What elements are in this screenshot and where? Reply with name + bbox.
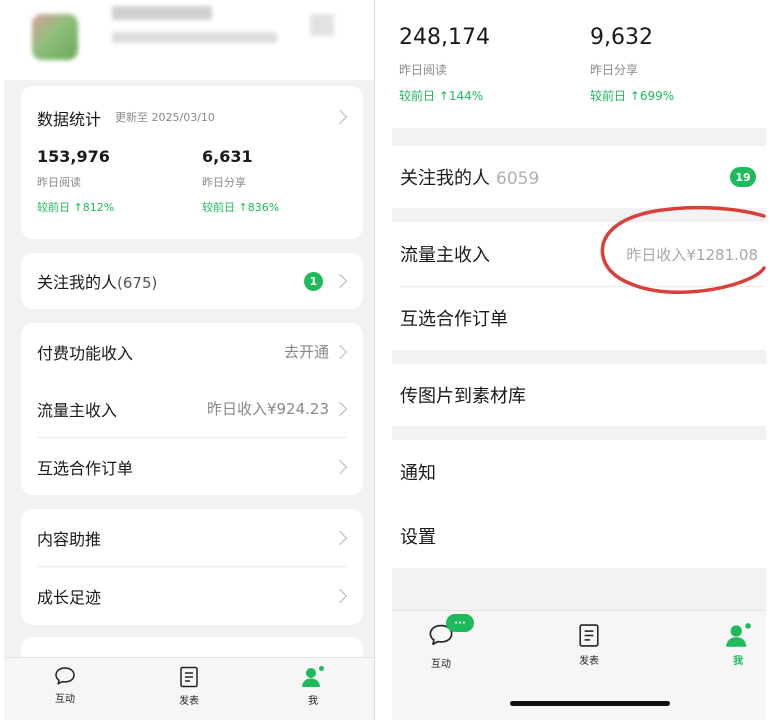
notify-row[interactable]: 通知 xyxy=(392,440,766,504)
content-promo-label: 内容助推 xyxy=(37,529,102,549)
followers-label: 关注我的人 xyxy=(37,273,118,292)
settings-section: 通知 设置 xyxy=(392,440,766,568)
stat-value: 6,631 xyxy=(202,147,253,166)
stat-change: 较前日 ↑144% xyxy=(399,89,484,103)
stat-value: 248,174 xyxy=(399,25,490,50)
tab-bar: 互动 发表 我 xyxy=(4,657,374,720)
income-card: 付费功能收入 去开通 流量主收入 昨日收入¥924.23 互选合作订单 xyxy=(21,323,363,495)
stats-card[interactable]: 数据统计 更新至 2025/03/10 153,976 昨日阅读 较前日 ↑81… xyxy=(21,86,363,239)
followers-label: 关注我的人 xyxy=(400,168,490,189)
left-screenshot: 数据统计 更新至 2025/03/10 153,976 昨日阅读 较前日 ↑81… xyxy=(4,0,375,720)
document-icon xyxy=(579,624,599,647)
stat-change: 较前日 ↑812% xyxy=(37,201,115,214)
stat-value: 153,976 xyxy=(37,147,110,166)
paid-feature-label: 付费功能收入 xyxy=(37,343,134,363)
highlight-annotation xyxy=(600,205,766,294)
followers-row[interactable]: 关注我的人(675) 1 xyxy=(21,253,363,309)
stats-updated: 更新至 2025/03/10 xyxy=(115,111,215,124)
traffic-income-row[interactable]: 流量主收入 昨日收入¥924.23 xyxy=(21,380,363,437)
growth-row[interactable]: 成长足迹 xyxy=(21,567,363,624)
upload-row[interactable]: 传图片到素材库 xyxy=(392,364,766,426)
profile-id-blurred xyxy=(112,32,277,43)
traffic-income-label: 流量主收入 xyxy=(37,400,118,420)
upload-label: 传图片到素材库 xyxy=(400,386,526,407)
settings-row[interactable]: 设置 xyxy=(392,504,766,568)
chevron-right-icon xyxy=(332,588,348,603)
followers-card[interactable]: 关注我的人(675) 1 xyxy=(21,253,363,309)
tab-label: 互动 xyxy=(55,694,75,705)
growth-label: 成长足迹 xyxy=(37,587,102,607)
tab-label: 发表 xyxy=(179,696,199,707)
tab-label: 互动 xyxy=(431,659,451,670)
chevron-right-icon xyxy=(332,273,348,289)
paid-feature-value: 去开通 xyxy=(283,343,329,361)
content-promo-row[interactable]: 内容助推 xyxy=(21,509,363,566)
stat-label: 昨日分享 xyxy=(202,176,246,189)
chevron-right-icon xyxy=(332,344,348,359)
stat-change: 较前日 ↑836% xyxy=(202,201,280,214)
tab-publish[interactable]: 发表 xyxy=(159,666,219,707)
chevron-right-icon xyxy=(332,109,348,125)
chevron-right-icon xyxy=(332,459,348,474)
tab-me[interactable]: 我 xyxy=(708,623,766,667)
stat-change: 较前日 ↑699% xyxy=(590,89,675,103)
profile-extra-blurred xyxy=(310,14,334,36)
upload-section[interactable]: 传图片到素材库 xyxy=(392,364,766,426)
stat-value: 9,632 xyxy=(590,25,653,50)
profile-name-blurred xyxy=(112,6,212,20)
tab-label: 发表 xyxy=(579,656,599,667)
followers-badge: 1 xyxy=(304,271,323,291)
stat-label: 昨日阅读 xyxy=(37,176,81,189)
stat-label: 昨日分享 xyxy=(590,63,639,77)
profile-header xyxy=(4,0,374,80)
right-screenshot: 248,174 昨日阅读 较前日 ↑144% 9,632 昨日分享 较前日 ↑6… xyxy=(392,0,766,720)
tab-me[interactable]: 我 xyxy=(283,666,343,707)
tab-publish[interactable]: 发表 xyxy=(559,623,619,667)
stats-title: 数据统计 xyxy=(37,110,102,129)
home-indicator xyxy=(510,701,670,706)
stats-section[interactable]: 248,174 昨日阅读 较前日 ↑144% 9,632 昨日分享 较前日 ↑6… xyxy=(392,0,766,128)
chevron-right-icon xyxy=(332,530,348,545)
person-icon xyxy=(725,623,751,647)
chevron-right-icon xyxy=(332,401,348,416)
followers-count: 6059 xyxy=(496,169,540,189)
stat-label: 昨日阅读 xyxy=(399,63,448,77)
traffic-income-value: 昨日收入¥924.23 xyxy=(206,400,329,418)
tab-interact[interactable]: ··· 互动 xyxy=(411,614,474,670)
tab-label: 我 xyxy=(308,696,318,707)
avatar[interactable] xyxy=(32,14,78,60)
paid-feature-row[interactable]: 付费功能收入 去开通 xyxy=(21,323,363,380)
followers-badge: 19 xyxy=(730,167,756,187)
message-badge: ··· xyxy=(446,614,474,632)
tab-bar: ··· 互动 发表 我 xyxy=(392,610,766,720)
tab-interact[interactable]: 互动 xyxy=(35,666,95,705)
mutual-orders-row[interactable]: 互选合作订单 xyxy=(21,438,363,495)
document-icon xyxy=(180,666,198,688)
settings-label: 设置 xyxy=(400,527,436,548)
content-card: 内容助推 成长足迹 xyxy=(21,509,363,625)
followers-count: (675) xyxy=(117,274,158,292)
tab-label: 我 xyxy=(733,656,743,667)
person-icon xyxy=(302,666,324,687)
notify-label: 通知 xyxy=(400,463,436,484)
chat-icon xyxy=(55,667,75,685)
mutual-orders-label: 互选合作订单 xyxy=(37,458,134,478)
